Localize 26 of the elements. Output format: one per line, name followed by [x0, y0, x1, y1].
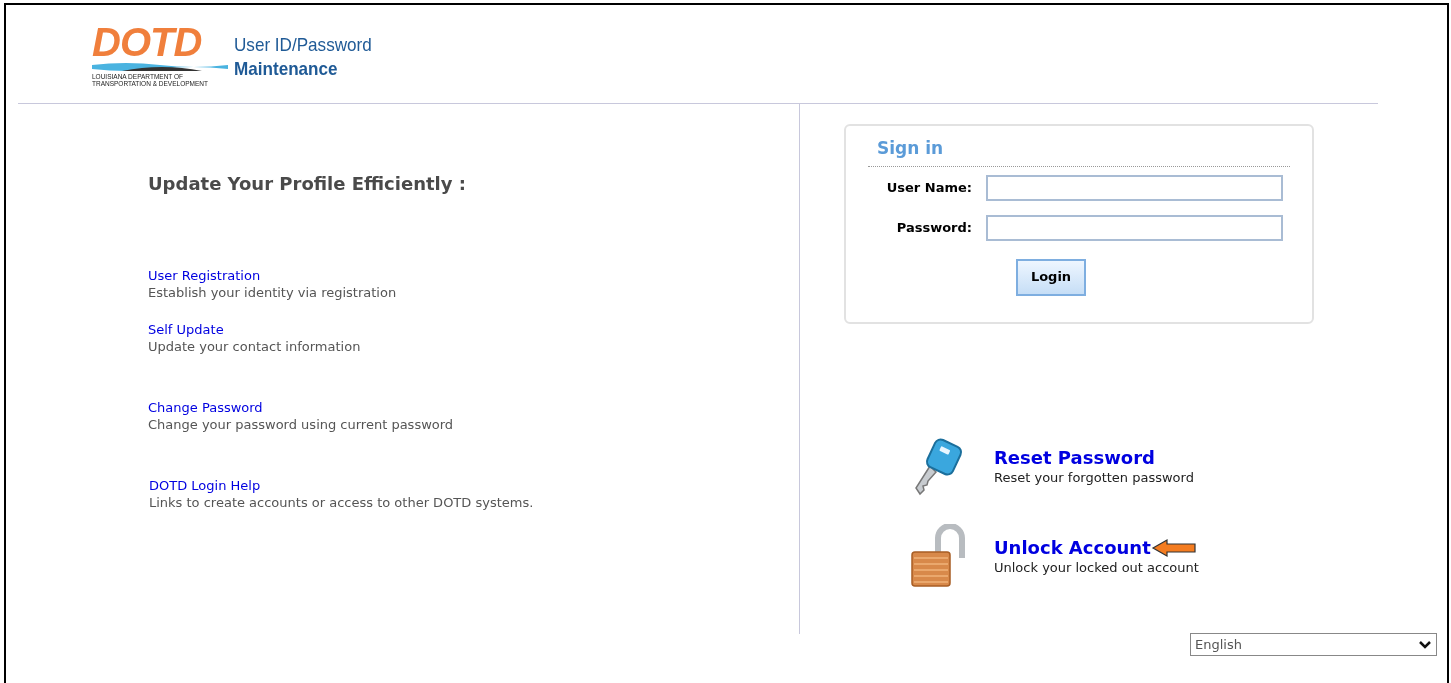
link-description: Establish your identity via registration [148, 284, 398, 301]
profile-link[interactable]: DOTD Login Help [149, 477, 261, 494]
action-link[interactable]: Unlock Account [994, 537, 1151, 559]
language-select[interactable]: English [1190, 633, 1437, 656]
field-label: Password: [895, 218, 972, 237]
app-title: User ID/Password [234, 33, 372, 57]
arrow-icon [1150, 538, 1197, 558]
text-input[interactable] [986, 214, 1283, 241]
link-description: Change your password using current password [148, 416, 455, 433]
field-label: User Name: [885, 178, 972, 197]
link-description: Links to create accounts or access to other DOTD systems. [149, 494, 535, 511]
link-description: Update your contact information [148, 338, 362, 355]
app-title: Maintenance [234, 57, 339, 81]
sign-in-title: Sign in [868, 136, 1290, 167]
profile-link[interactable]: Change Password [148, 399, 263, 416]
action-description: Unlock your locked out account [994, 559, 1199, 577]
profile-link[interactable]: User Registration [148, 267, 261, 284]
padlock-icon [908, 524, 968, 590]
text-input[interactable] [986, 174, 1283, 201]
profile-link[interactable]: Self Update [148, 321, 224, 338]
action-description: Reset your forgotten password [994, 469, 1194, 487]
login-button[interactable]: Login [1016, 258, 1086, 296]
section-heading: Update Your Profile Efficiently : [148, 172, 467, 196]
logo-wordmark: DOTD [92, 23, 203, 61]
chevron-down-icon [1418, 639, 1432, 650]
action-link[interactable]: Reset Password [994, 447, 1155, 469]
